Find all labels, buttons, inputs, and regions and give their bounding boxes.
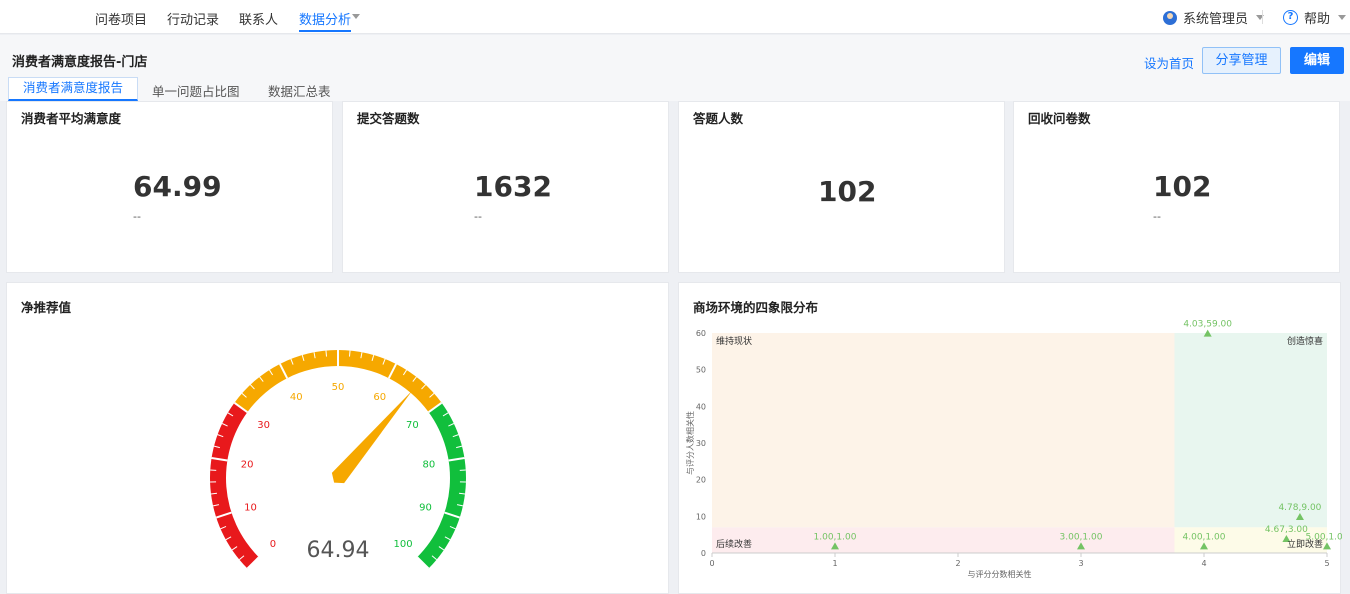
help-label: 帮助 [1304, 12, 1331, 27]
x-tick-label: 3 [1078, 559, 1083, 568]
kpi-card-respondents: 答题人数 102 [678, 101, 1005, 273]
quadrant-chart-card: 商场环境的四象限分布 0 1 2 3 4 5 0 10 20 30 40 50 60 与评分分数相关性 与评… [678, 282, 1342, 594]
chevron-down-icon[interactable] [352, 14, 360, 19]
kpi-title: 回收问卷数 [1028, 111, 1091, 126]
quadrant-label-bottom-left: 后续改善 [716, 538, 752, 550]
kpi-title: 提交答题数 [357, 111, 420, 126]
kpi-sub: -- [1153, 210, 1161, 223]
data-point-label: 4.67,3.00 [1265, 525, 1308, 535]
kpi-title: 消费者平均满意度 [21, 111, 122, 126]
x-axis-label: 与评分分数相关性 [968, 569, 1032, 579]
set-home-link[interactable]: 设为首页 [1144, 53, 1194, 72]
quadrant-top-left [712, 333, 1175, 528]
page-title: 消费者满意度报告-门店 [12, 55, 148, 70]
report-tabs: 消费者满意度报告 单一问题占比图 数据汇总表 [0, 77, 1350, 101]
gauge-band-green [417, 402, 466, 569]
x-tick-label: 0 [709, 559, 714, 568]
kpi-card-avg-satisfaction: 消费者平均满意度 64.99 -- [6, 101, 333, 273]
gauge-band-red [210, 402, 259, 569]
nav-item-contacts[interactable]: 联系人 [239, 9, 278, 28]
gauge-tick [325, 350, 328, 357]
gauge-tick-label: 50 [332, 382, 345, 393]
x-tick-label: 4 [1201, 559, 1206, 568]
gauge-chart: 0 10 20 30 40 50 60 70 80 90 100 64.94 [210, 350, 466, 570]
gauge-tick-label: 20 [241, 460, 254, 471]
divider [1262, 10, 1263, 24]
y-tick-label: 40 [696, 402, 706, 411]
user-name: 系统管理员 [1183, 12, 1249, 27]
nav-item-data-analysis[interactable]: 数据分析 [299, 9, 352, 32]
gauge-tick [348, 350, 351, 357]
tab-satisfaction-report[interactable]: 消费者满意度报告 [8, 77, 139, 101]
kpi-sub: -- [474, 210, 482, 223]
gauge-needle [331, 390, 413, 484]
quadrant-chart: 0 1 2 3 4 50102030405060与评分分数相关性与评分人数相关性 1.00… [685, 320, 1342, 579]
top-nav: 问卷项目 行动记录 联系人 数据分析 系统管理员 ? 帮助 [0, 0, 1350, 34]
kpi-card-collected: 回收问卷数 102 -- [1013, 101, 1340, 273]
y-tick-label: 20 [696, 476, 706, 485]
nav-item-survey-projects[interactable]: 问卷项目 [95, 9, 147, 28]
kpi-sub: -- [133, 210, 141, 223]
tab-single-question[interactable]: 单一问题占比图 [152, 81, 240, 100]
quadrant-top-right [1174, 333, 1327, 528]
data-point-label: 3.00,1.00 [1060, 532, 1103, 542]
x-tick-label: 2 [955, 559, 960, 568]
gauge-tick-label: 40 [290, 392, 303, 403]
gauge-tick-label: 30 [257, 420, 270, 431]
gauge-tick-label: 10 [244, 502, 257, 513]
gauge-tick-label: 100 [394, 539, 413, 550]
y-tick-label: 60 [696, 329, 706, 338]
share-button[interactable]: 分享管理 [1202, 47, 1281, 74]
y-tick-label: 0 [701, 549, 706, 558]
kpi-value: 102 [1153, 170, 1212, 203]
x-tick-label: 1 [832, 559, 837, 568]
gauge-value-label: 64.94 [307, 538, 370, 563]
kpi-card-submissions: 提交答题数 1632 -- [342, 101, 669, 273]
tab-data-summary[interactable]: 数据汇总表 [268, 81, 331, 100]
gauge-tick-label: 70 [406, 420, 419, 431]
edit-button[interactable]: 编辑 [1290, 47, 1344, 74]
y-tick-label: 50 [696, 366, 706, 375]
data-point-label: 4.00,1.00 [1183, 532, 1226, 542]
quadrant-label-top-left: 维持现状 [716, 335, 752, 347]
y-axis-label: 与评分人数相关性 [685, 411, 695, 475]
kpi-title: 答题人数 [693, 111, 744, 126]
gauge-tick-label: 80 [423, 460, 436, 471]
help-icon: ? [1283, 10, 1298, 25]
quadrant-label-bottom-right: 立即改善 [1287, 538, 1323, 550]
nav-item-data-analysis-label: 数据分析 [299, 13, 352, 28]
nav-item-action-records[interactable]: 行动记录 [167, 9, 219, 28]
y-tick-label: 30 [696, 439, 706, 448]
user-avatar-icon [1163, 10, 1177, 25]
nps-gauge-card: 净推荐值 0 10 20 30 40 50 60 70 80 90 100 64.94 [6, 282, 669, 594]
data-point-label: 4.78,9.00 [1278, 503, 1321, 513]
data-point-label: 4.03,59.00 [1183, 320, 1232, 330]
gauge-tick-label: 0 [270, 539, 276, 550]
data-point-label: 1.00,1.00 [814, 532, 857, 542]
x-tick-label: 5 [1324, 559, 1329, 568]
y-tick-label: 10 [696, 512, 706, 521]
gauge-tick-label: 60 [373, 392, 386, 403]
chevron-down-icon [1338, 15, 1347, 20]
help-menu[interactable]: ? 帮助 [1283, 8, 1347, 27]
quadrant-label-top-right: 创造惊喜 [1287, 335, 1323, 347]
quadrant-bottom-left [712, 527, 1175, 553]
user-menu[interactable]: 系统管理员 [1163, 8, 1265, 27]
report-header: 消费者满意度报告-门店 设为首页 分享管理 编辑 消费者满意度报告 单一问题占比… [0, 35, 1350, 101]
gauge-tick-label: 90 [419, 502, 432, 513]
